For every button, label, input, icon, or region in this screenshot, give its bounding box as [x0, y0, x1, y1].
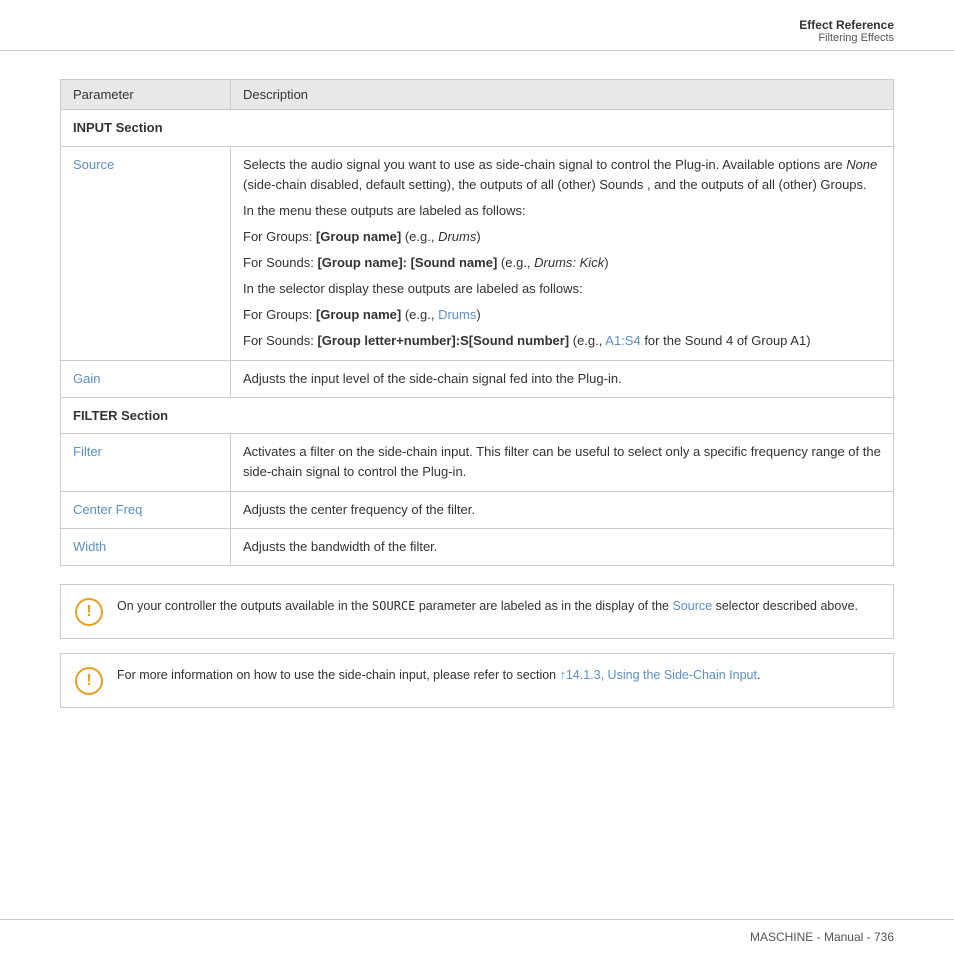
table-row: Gain Adjusts the input level of the side…	[61, 360, 894, 397]
table-row: Width Adjusts the bandwidth of the filte…	[61, 528, 894, 565]
centerfreq-desc: Adjusts the center frequency of the filt…	[231, 491, 894, 528]
source-p6: For Groups: [Group name] (e.g., Drums)	[243, 305, 881, 325]
notice-icon-1: !	[75, 598, 103, 626]
page-footer: MASCHINE - Manual - 736	[0, 919, 954, 954]
input-section-row: INPUT Section	[61, 110, 894, 147]
source-p4: For Sounds: [Group name]: [Sound name] (…	[243, 253, 881, 273]
section-link[interactable]: ↑14.1.3, Using the Side-Chain Input	[560, 668, 757, 682]
filter-section-row: FILTER Section	[61, 397, 894, 434]
notice-icon-2: !	[75, 667, 103, 695]
filter-param[interactable]: Filter	[61, 434, 231, 491]
source-desc: Selects the audio signal you want to use…	[231, 146, 894, 360]
source-param[interactable]: Source	[61, 146, 231, 360]
source-p5: In the selector display these outputs ar…	[243, 279, 881, 299]
width-desc: Adjusts the bandwidth of the filter.	[231, 528, 894, 565]
main-content: Parameter Description INPUT Section Sour…	[0, 51, 954, 742]
param-table: Parameter Description INPUT Section Sour…	[60, 79, 894, 566]
col-desc-header: Description	[231, 80, 894, 110]
header-title: Effect Reference	[60, 18, 894, 32]
filter-desc: Activates a filter on the side-chain inp…	[231, 434, 894, 491]
notice-text-1: On your controller the outputs available…	[117, 597, 858, 616]
source-code-ref: SOURCE	[372, 599, 415, 613]
notice-text-2: For more information on how to use the s…	[117, 666, 760, 685]
table-row: Center Freq Adjusts the center frequency…	[61, 491, 894, 528]
input-section-label: INPUT Section	[61, 110, 894, 147]
centerfreq-param[interactable]: Center Freq	[61, 491, 231, 528]
filter-section-label: FILTER Section	[61, 397, 894, 434]
gain-desc: Adjusts the input level of the side-chai…	[231, 360, 894, 397]
source-p3: For Groups: [Group name] (e.g., Drums)	[243, 227, 881, 247]
footer-text: MASCHINE - Manual - 736	[750, 930, 894, 944]
source-p7: For Sounds: [Group letter+number]:S[Soun…	[243, 331, 881, 351]
col-param-header: Parameter	[61, 80, 231, 110]
width-param[interactable]: Width	[61, 528, 231, 565]
page-header: Effect Reference Filtering Effects	[0, 0, 954, 51]
table-row: Filter Activates a filter on the side-ch…	[61, 434, 894, 491]
gain-param[interactable]: Gain	[61, 360, 231, 397]
source-link-ref[interactable]: Source	[672, 599, 712, 613]
notice-box-2: ! For more information on how to use the…	[60, 653, 894, 708]
source-p2: In the menu these outputs are labeled as…	[243, 201, 881, 221]
source-p1: Selects the audio signal you want to use…	[243, 155, 881, 195]
notice-box-1: ! On your controller the outputs availab…	[60, 584, 894, 639]
header-subtitle: Filtering Effects	[60, 32, 894, 44]
table-row: Source Selects the audio signal you want…	[61, 146, 894, 360]
